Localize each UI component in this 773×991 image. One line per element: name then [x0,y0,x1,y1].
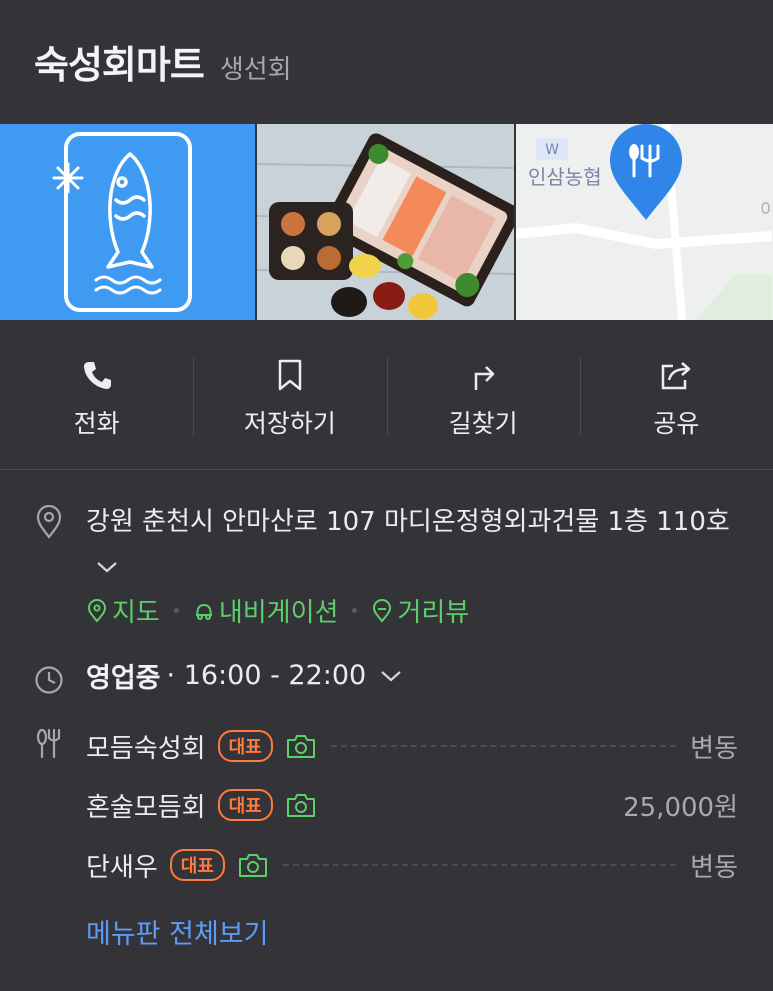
view-full-menu-link[interactable]: 메뉴판 전체보기 [86,912,268,951]
map-links: 지도 내비게이션 거리뷰 [86,592,469,629]
place-header: 숙성회마트 생선회 [34,34,292,89]
share-icon [662,362,691,390]
call-label: 전화 [73,409,120,438]
menu-item-price: 변동 [690,852,738,883]
street-view-link[interactable]: 거리뷰 [371,592,469,629]
directions-label: 길찾기 [448,409,518,438]
svg-text:W: W [545,142,559,158]
dot-separator [352,608,358,613]
camera-icon[interactable] [285,792,317,818]
dotted-leader [330,745,677,747]
location-icon [36,505,62,539]
wave-icon [94,275,162,295]
snowflake-icon [52,162,84,194]
share-button[interactable]: 공유 [579,346,773,446]
svg-text:이: 이 [760,200,772,221]
utensils-icon [36,728,61,759]
save-button[interactable]: 저장하기 [193,346,386,446]
signature-badge: 대표 [217,730,273,762]
photo-strip: W 인삼농협 이 [0,124,773,320]
menu-item-name: 모듬숙성회 [86,733,206,764]
dotted-leader [331,804,609,806]
open-status: 영업중 [86,663,161,694]
menu-item-price: 변동 [690,733,738,764]
map-label: 인삼농협 [528,165,602,189]
bookmark-icon [278,359,302,391]
directions-icon [474,366,495,390]
dot-separator [173,608,179,613]
menu-item[interactable]: 단새우 대표 변동 [86,845,738,885]
share-label: 공유 [653,409,700,438]
street-view-icon [373,598,392,623]
place-name: 숙성회마트 [34,43,205,87]
menu-item-name: 단새우 [86,852,158,883]
section-divider [0,469,773,470]
business-hours[interactable]: 영업중 · 16:00 - 22:00 [86,656,402,695]
fish-icon [106,152,154,269]
map-link-label: 지도 [112,598,160,628]
menu-item[interactable]: 혼술모듬회 대표 25,000원 [86,785,738,825]
signature-badge: 대표 [217,789,273,821]
menu-item-price: 25,000원 [623,792,738,823]
phone-icon [83,362,111,389]
camera-icon[interactable] [237,852,269,878]
dotted-leader [282,864,677,866]
car-icon [195,603,213,620]
hours-time: · 16:00 - 22:00 [166,660,367,691]
save-label: 저장하기 [243,409,336,438]
call-button[interactable]: 전화 [0,346,193,446]
street-view-link-label: 거리뷰 [397,598,470,628]
signature-badge: 대표 [169,849,225,881]
menu-item[interactable]: 모듬숙성회 대표 변동 [86,726,738,766]
place-category: 생선회 [219,55,292,85]
chevron-down-icon[interactable] [96,560,118,574]
map-pin-icon [87,598,107,623]
food-image[interactable] [257,124,514,320]
navigation-link[interactable]: 내비게이션 [193,592,339,629]
map-thumbnail[interactable]: W 인삼농협 이 [516,124,773,320]
action-bar: 전화 저장하기 길찾기 공유 [0,346,773,446]
address-row[interactable]: 강원 춘천시 안마산로 107 마디온정형외과건물 1층 110호 [86,500,736,588]
navigation-link-label: 내비게이션 [218,598,339,628]
menu-item-name: 혼술모듬회 [86,792,206,823]
chevron-down-icon[interactable] [380,669,402,683]
logo-image[interactable] [0,124,255,320]
map-link[interactable]: 지도 [86,592,160,629]
camera-icon[interactable] [285,733,317,759]
directions-button[interactable]: 길찾기 [386,346,580,446]
address-text: 강원 춘천시 안마산로 107 마디온정형외과건물 1층 110호 [86,507,730,537]
clock-icon [35,666,63,694]
